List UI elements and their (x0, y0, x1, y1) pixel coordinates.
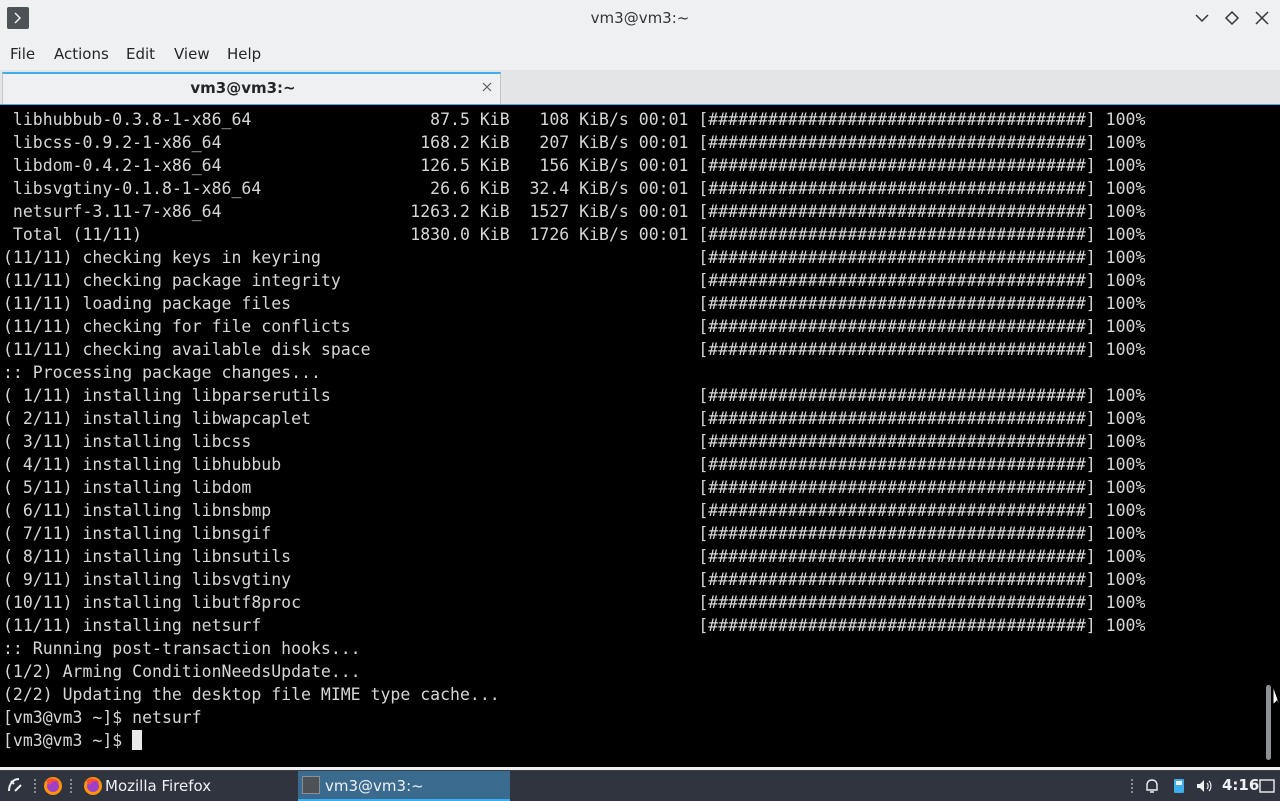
menu-actions[interactable]: Actions (54, 45, 109, 63)
minimize-icon[interactable] (1193, 9, 1211, 27)
show-desktop-icon[interactable] (1258, 777, 1276, 795)
taskbar-task-label: vm3@vm3:~ (325, 777, 424, 795)
terminal-prompt-line: [vm3@vm3 ~]$ (3, 729, 1145, 752)
terminal-line: ( 6/11) installing libnsbmp [###########… (3, 501, 1146, 520)
terminal-line: :: Processing package changes... (3, 363, 321, 382)
close-tab-icon[interactable] (480, 80, 494, 94)
terminal-line: ( 8/11) installing libnsutils [#########… (3, 547, 1146, 566)
taskbar-separator (34, 779, 36, 793)
terminal-line: ( 3/11) installing libcss [#############… (3, 432, 1146, 451)
terminal-line: (2/2) Updating the desktop file MIME typ… (3, 685, 500, 704)
maximize-icon[interactable] (1223, 9, 1241, 27)
terminal-line: [vm3@vm3 ~]$ netsurf (3, 708, 202, 727)
terminal-line: ( 1/11) installing libparserutils [#####… (3, 386, 1146, 405)
terminal-line: ( 5/11) installing libdom [#############… (3, 478, 1146, 497)
tab-terminal[interactable]: vm3@vm3:~ (2, 72, 501, 104)
terminal-line: (11/11) checking keys in keyring [######… (3, 248, 1146, 267)
window-title: vm3@vm3:~ (590, 9, 690, 27)
volume-icon[interactable] (1195, 777, 1213, 795)
firefox-icon (84, 777, 102, 795)
terminal-line: (11/11) checking package integrity [####… (3, 271, 1146, 290)
terminal-line: ( 4/11) installing libhubbub [##########… (3, 455, 1146, 474)
menu-file[interactable]: File (10, 45, 35, 63)
text-cursor (132, 730, 143, 750)
terminal-output[interactable]: libhubbub-0.3.8-1-x86_64 87.5 KiB 108 Ki… (0, 104, 1280, 767)
tab-label: vm3@vm3:~ (190, 79, 296, 97)
tab-bar: vm3@vm3:~ (0, 70, 1280, 105)
terminal-line: :: Running post-transaction hooks... (3, 639, 361, 658)
clock[interactable]: 4:16 (1222, 776, 1259, 794)
terminal-line: libhubbub-0.3.8-1-x86_64 87.5 KiB 108 Ki… (3, 110, 1146, 129)
removable-device-icon[interactable] (1170, 777, 1188, 795)
terminal-text: libhubbub-0.3.8-1-x86_64 87.5 KiB 108 Ki… (3, 108, 1145, 752)
terminal-line: libsvgtiny-0.1.8-1-x86_64 26.6 KiB 32.4 … (3, 179, 1146, 198)
taskbar-task-terminal[interactable]: vm3@vm3:~ (298, 771, 510, 801)
close-window-icon[interactable] (1253, 9, 1271, 27)
taskbar-task-firefox[interactable]: Mozilla Firefox (78, 771, 298, 801)
terminal-line: Total (11/11) 1830.0 KiB 1726 KiB/s 00:0… (3, 225, 1146, 244)
taskbar-separator (70, 779, 72, 793)
mouse-pointer-icon (1273, 687, 1280, 708)
terminal-icon (302, 776, 320, 794)
terminal-line: ( 2/11) installing libwapcaplet [#######… (3, 409, 1146, 428)
terminal-line: ( 7/11) installing libnsgif [###########… (3, 524, 1146, 543)
terminal-line: (11/11) installing netsurf [############… (3, 616, 1146, 635)
menu-view[interactable]: View (174, 45, 210, 63)
notifications-bell-icon[interactable] (1143, 777, 1161, 795)
menu-bar: File Actions Edit View Help (0, 36, 1280, 70)
terminal-line: ( 9/11) installing libsvgtiny [#########… (3, 570, 1146, 589)
scrollbar-track[interactable] (1265, 105, 1280, 767)
taskbar: Mozilla Firefox vm3@vm3:~ 4:16 (0, 770, 1280, 801)
terminal-line: (11/11) loading package files [#########… (3, 294, 1146, 313)
scrollbar-thumb[interactable] (1266, 685, 1271, 760)
taskbar-task-label: Mozilla Firefox (105, 777, 212, 795)
title-bar: vm3@vm3:~ (0, 0, 1280, 36)
terminal-prompt: [vm3@vm3 ~]$ (3, 731, 133, 750)
terminal-line: libcss-0.9.2-1-x86_64 168.2 KiB 207 KiB/… (3, 133, 1146, 152)
taskbar-separator (1131, 779, 1133, 793)
terminal-line: (11/11) checking available disk space [#… (3, 340, 1146, 359)
menu-edit[interactable]: Edit (126, 45, 155, 63)
terminal-line: (10/11) installing libutf8proc [########… (3, 593, 1146, 612)
application-launcher-icon[interactable] (5, 775, 25, 795)
menu-help[interactable]: Help (227, 45, 261, 63)
terminal-line: (11/11) checking for file conflicts [###… (3, 317, 1146, 336)
terminal-line: libdom-0.4.2-1-x86_64 126.5 KiB 156 KiB/… (3, 156, 1146, 175)
terminal-line: (1/2) Arming ConditionNeedsUpdate... (3, 662, 361, 681)
terminal-line: netsurf-3.11-7-x86_64 1263.2 KiB 1527 Ki… (3, 202, 1146, 221)
firefox-launcher-icon[interactable] (42, 775, 64, 797)
